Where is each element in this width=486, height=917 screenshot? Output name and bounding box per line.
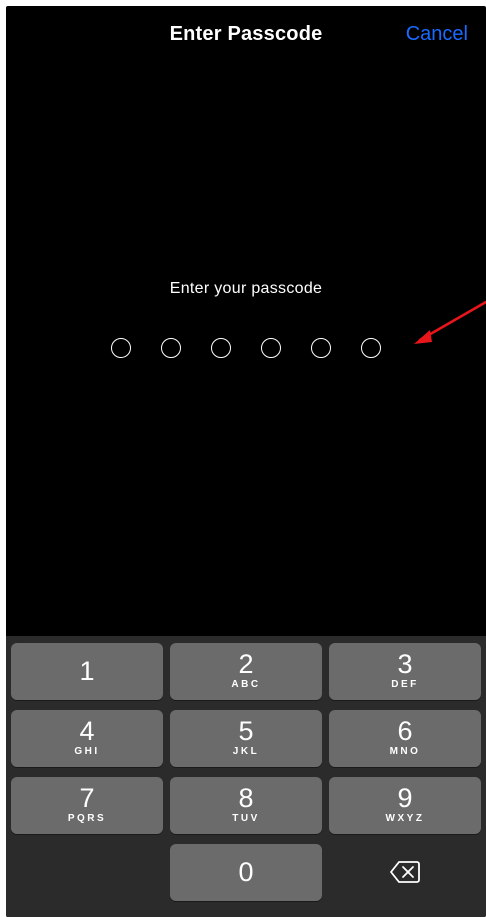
passcode-dot-5 — [311, 338, 331, 358]
passcode-dot-4 — [261, 338, 281, 358]
key-7-letters: PQRS — [67, 813, 107, 824]
key-3[interactable]: 3 DEF — [329, 643, 481, 700]
key-1[interactable]: 1 — [11, 643, 163, 700]
key-2-digit: 2 — [238, 649, 254, 679]
key-4-digit: 4 — [79, 716, 95, 746]
key-4[interactable]: 4 GHI — [11, 710, 163, 767]
key-9-digit: 9 — [397, 783, 413, 813]
key-6[interactable]: 6 MNO — [329, 710, 481, 767]
key-0[interactable]: 0 — [170, 844, 322, 901]
passcode-prompt: Enter your passcode — [169, 280, 323, 297]
navigation-bar: Enter Passcode Cancel — [6, 6, 486, 66]
key-9[interactable]: 9 WXYZ — [329, 777, 481, 834]
numeric-keypad: 1 2 ABC 3 DEF 4 GHI 5 JKL 6 MNO 7 PQRS 8… — [6, 636, 486, 917]
key-8-letters: TUV — [232, 813, 260, 824]
passcode-dot-1 — [111, 338, 131, 358]
key-8-digit: 8 — [238, 783, 254, 813]
key-8[interactable]: 8 TUV — [170, 777, 322, 834]
cancel-button[interactable]: Cancel — [406, 23, 468, 46]
passcode-dot-6 — [361, 338, 381, 358]
key-6-digit: 6 — [397, 716, 413, 746]
delete-backspace-icon — [390, 861, 420, 883]
passcode-screen: Enter Passcode Cancel Enter your passcod… — [6, 6, 486, 917]
key-5-digit: 5 — [238, 716, 254, 746]
key-2[interactable]: 2 ABC — [170, 643, 322, 700]
key-3-digit: 3 — [397, 649, 413, 679]
key-7-digit: 7 — [79, 783, 95, 813]
passcode-dot-2 — [161, 338, 181, 358]
key-1-digit: 1 — [79, 656, 95, 686]
key-2-letters: ABC — [231, 679, 261, 690]
key-5-letters: JKL — [232, 746, 260, 757]
passcode-dot-3 — [211, 338, 231, 358]
key-6-letters: MNO — [389, 746, 421, 757]
key-9-letters: WXYZ — [385, 813, 425, 824]
key-7[interactable]: 7 PQRS — [11, 777, 163, 834]
key-0-digit: 0 — [238, 857, 254, 887]
key-5[interactable]: 5 JKL — [170, 710, 322, 767]
key-4-letters: GHI — [74, 746, 100, 757]
key-3-letters: DEF — [391, 679, 419, 690]
delete-button[interactable] — [329, 844, 481, 901]
annotation-arrow — [414, 300, 486, 344]
